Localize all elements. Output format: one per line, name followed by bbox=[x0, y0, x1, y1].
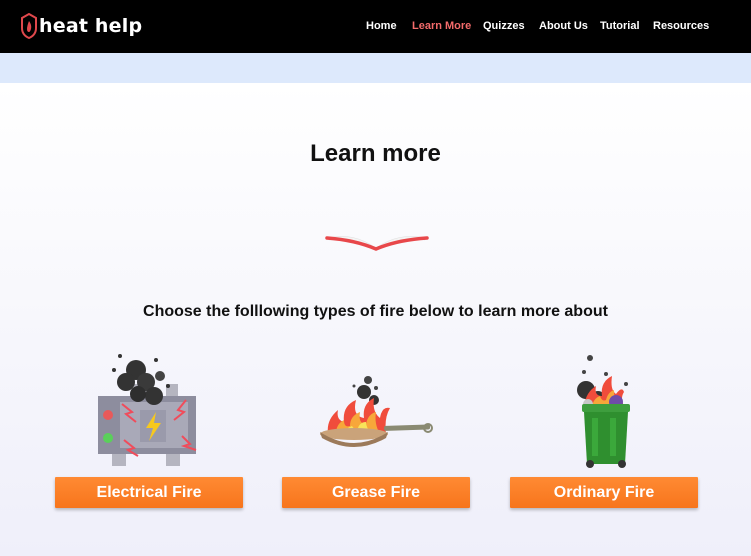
nav-item-about-us[interactable]: About Us bbox=[539, 20, 588, 32]
header-banner bbox=[0, 53, 751, 83]
electrical-fire-button[interactable]: Electrical Fire bbox=[55, 477, 243, 508]
page-title: Learn more bbox=[310, 140, 441, 167]
nav-item-learn-more[interactable]: Learn More bbox=[412, 20, 471, 32]
nav-item-resources[interactable]: Resources bbox=[653, 20, 709, 32]
trash-bin-fire-icon[interactable] bbox=[570, 352, 636, 470]
ordinary-fire-button[interactable]: Ordinary Fire bbox=[510, 477, 698, 508]
grease-fire-button[interactable]: Grease Fire bbox=[282, 477, 470, 508]
electrical-fire-icon[interactable] bbox=[94, 352, 204, 470]
nav-menu: Home Learn More Quizzes About Us Tutoria… bbox=[0, 0, 751, 53]
grease-fire-pan-icon[interactable] bbox=[318, 376, 436, 448]
nav-item-home[interactable]: Home bbox=[366, 20, 397, 32]
open-book-icon bbox=[325, 236, 429, 251]
nav-item-tutorial[interactable]: Tutorial bbox=[600, 20, 640, 32]
page-subtitle: Choose the folllowing types of fire belo… bbox=[143, 303, 608, 320]
top-navbar: heat help Home Learn More Quizzes About … bbox=[0, 0, 751, 53]
nav-item-quizzes[interactable]: Quizzes bbox=[483, 20, 525, 32]
